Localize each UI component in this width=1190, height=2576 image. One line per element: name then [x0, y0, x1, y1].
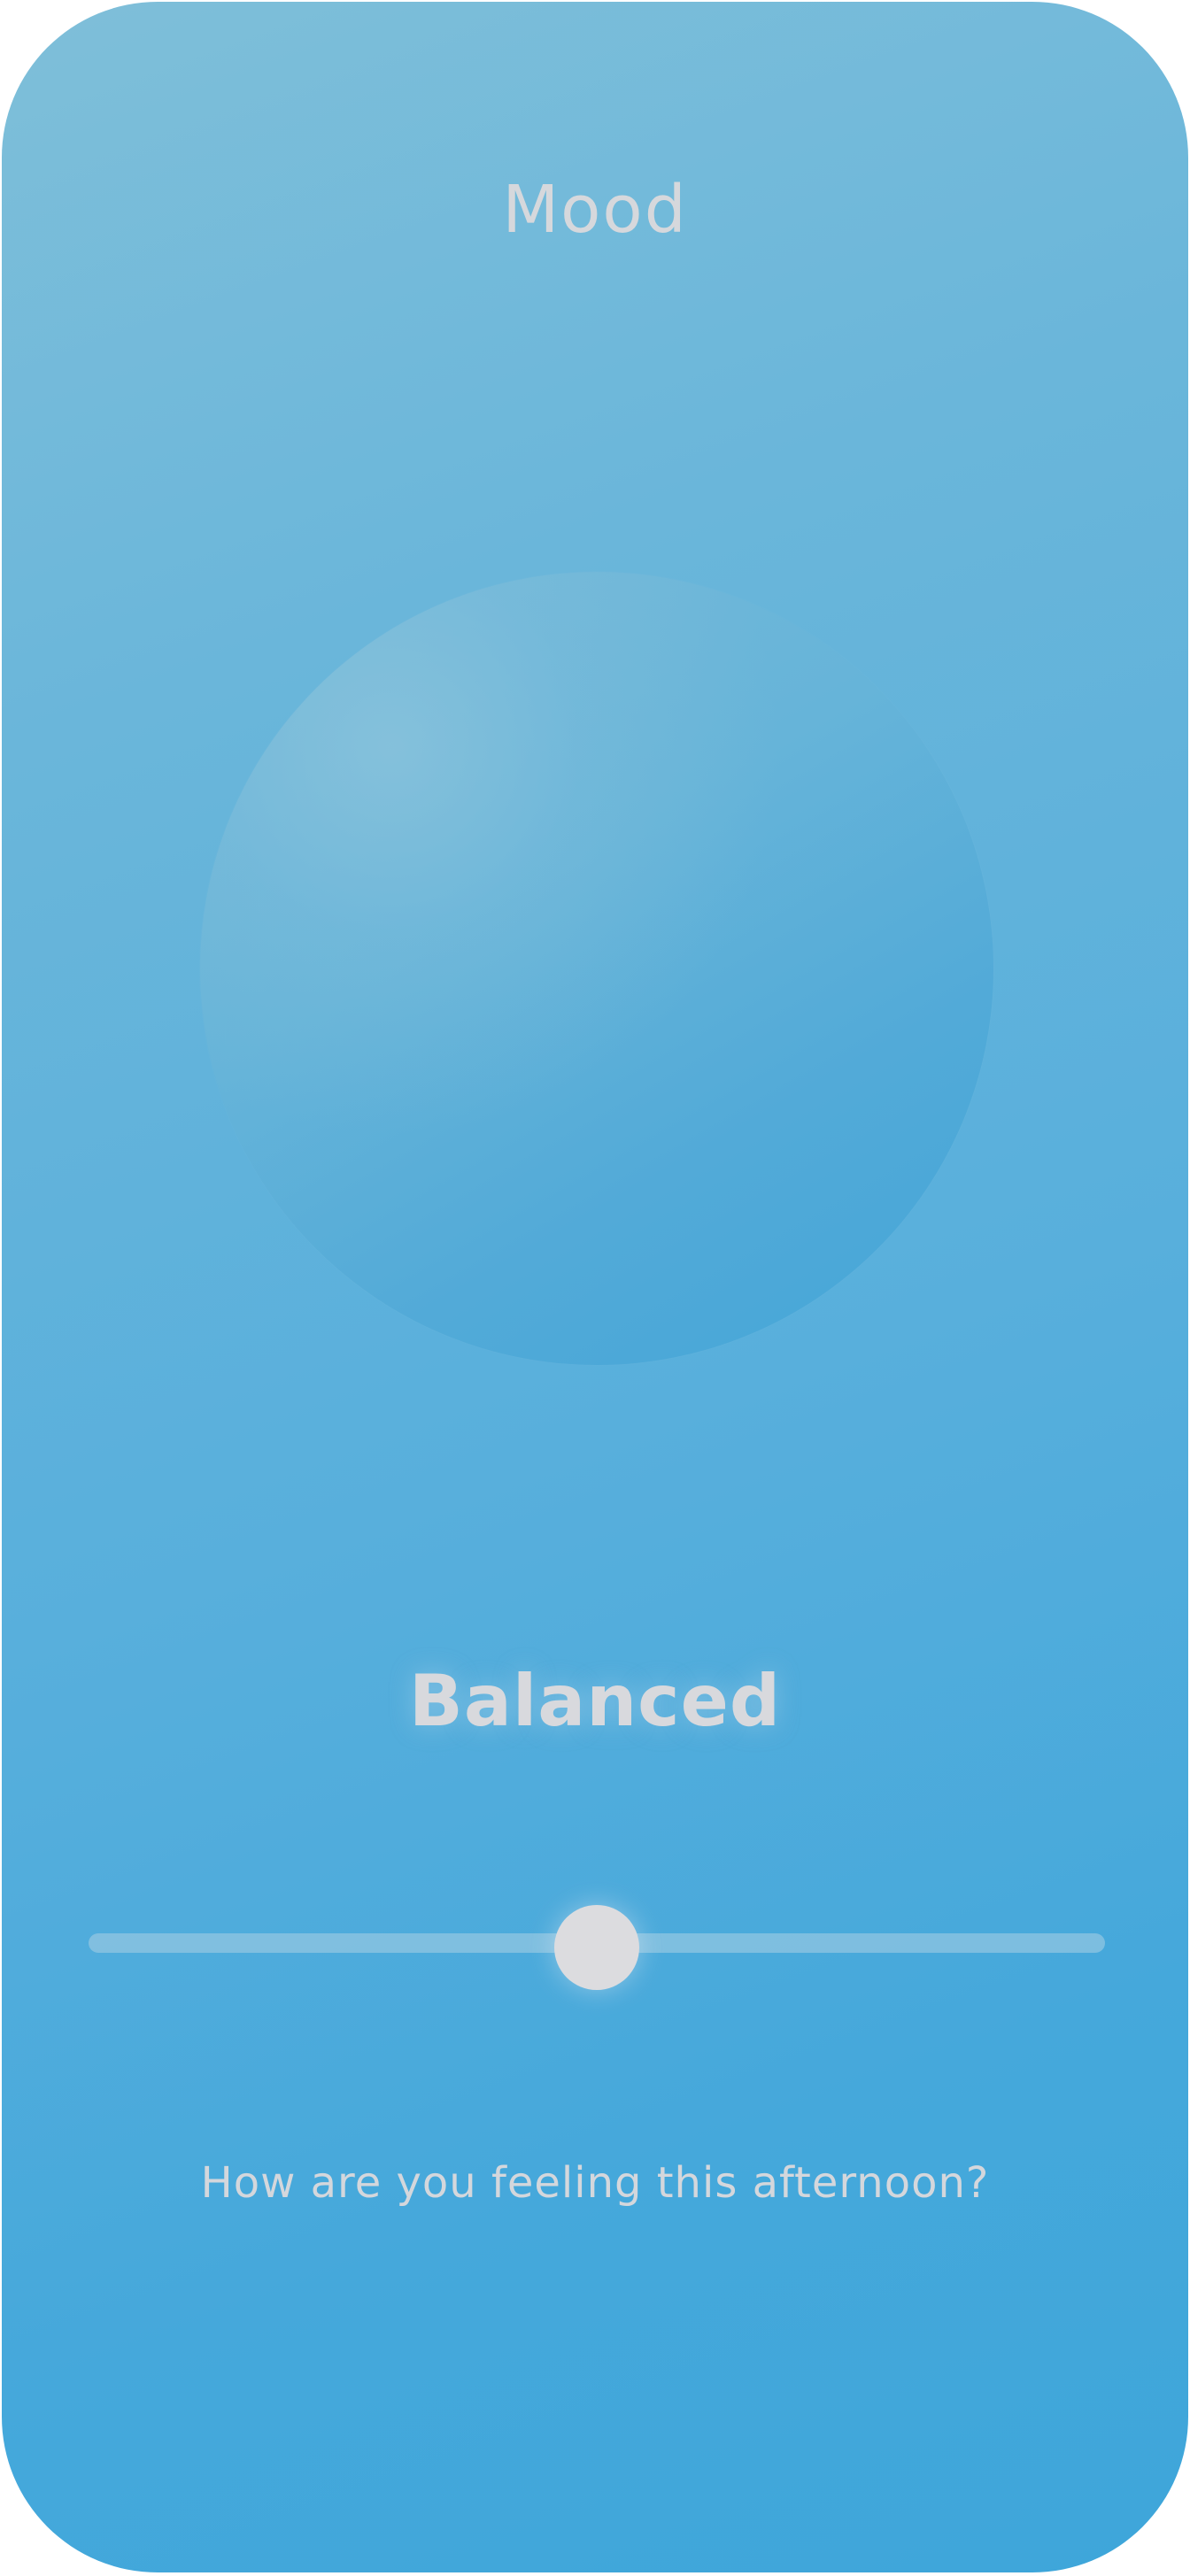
mood-state-label: Balanced — [408, 1660, 782, 1742]
page-title: Mood — [502, 172, 688, 248]
mood-slider[interactable] — [89, 1905, 1105, 1990]
mood-screen: Mood Balanced How are you feeling this a… — [2, 2, 1188, 2572]
mood-orb — [200, 572, 993, 1365]
mood-prompt: How are you feeling this afternoon? — [200, 2158, 990, 2208]
mood-slider-thumb[interactable] — [554, 1905, 639, 1990]
